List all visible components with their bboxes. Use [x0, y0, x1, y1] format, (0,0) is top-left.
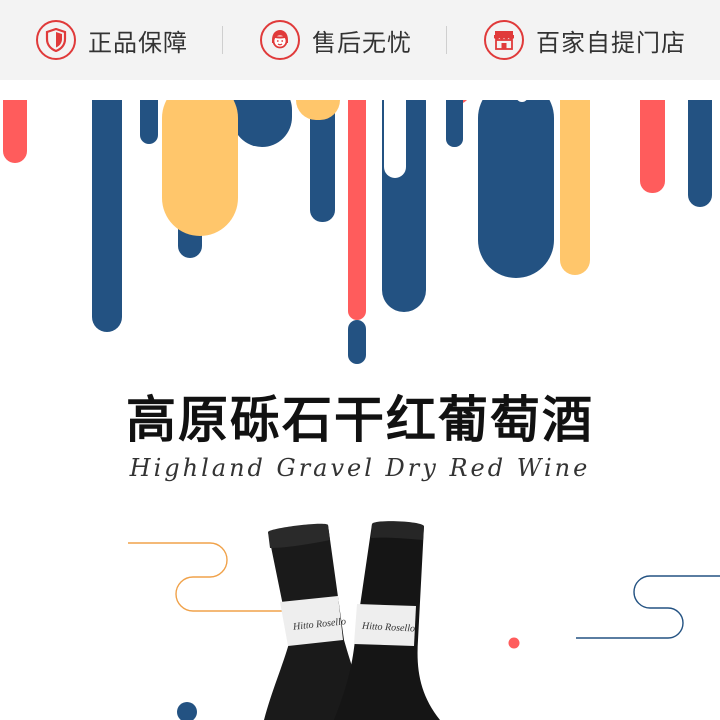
navy-dot	[177, 702, 197, 720]
coral-dot	[508, 637, 520, 649]
navy-wave-line	[576, 575, 720, 639]
product-illustration: Hitto Rosello Hitto Rosello	[128, 521, 720, 720]
wine-bottle-right: Hitto Rosello	[334, 521, 440, 720]
